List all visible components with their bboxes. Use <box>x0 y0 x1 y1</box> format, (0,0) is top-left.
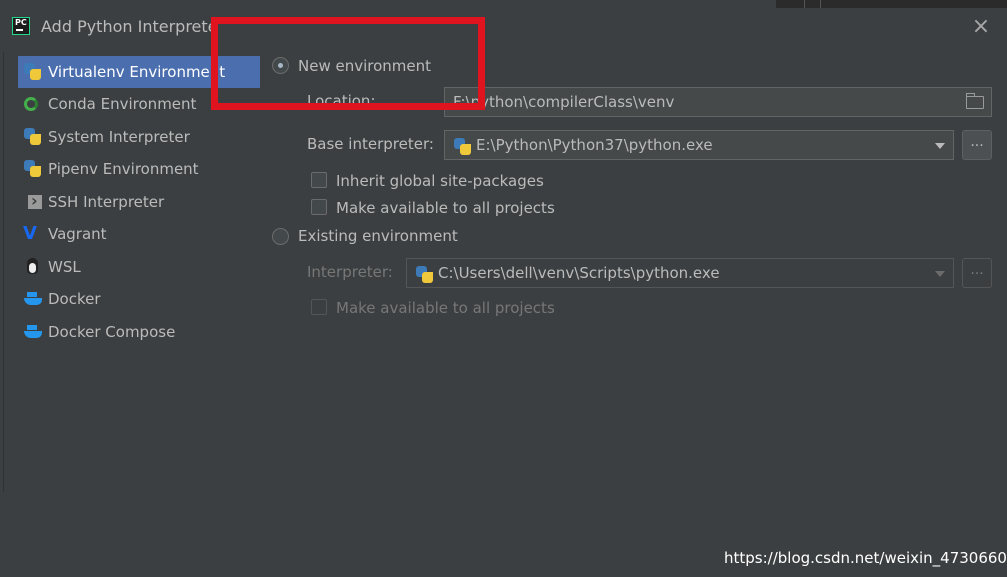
base-interpreter-value: E:\Python\Python37\python.exe <box>476 136 713 154</box>
dialog-title: Add Python Interpreter <box>41 17 213 36</box>
close-icon[interactable]: × <box>968 15 994 41</box>
inherit-site-packages-checkbox[interactable] <box>311 172 327 188</box>
python-icon <box>23 127 43 147</box>
interpreter-type-sidebar: Virtualenv Environment Conda Environment… <box>0 52 262 577</box>
sidebar-item-docker-compose[interactable]: Docker Compose <box>18 316 260 348</box>
new-environment-label: New environment <box>298 57 432 75</box>
add-python-interpreter-dialog: PC Add Python Interpreter × Virtualenv E… <box>0 0 1007 577</box>
sidebar-item-label: Conda Environment <box>48 95 197 113</box>
interpreter-label: Interpreter: <box>307 263 393 281</box>
sidebar-item-vagrant[interactable]: V Vagrant <box>18 218 260 250</box>
wsl-icon <box>23 257 43 277</box>
base-interpreter-browse-button[interactable]: ... <box>962 130 992 160</box>
pipenv-icon <box>23 159 43 179</box>
sidebar-item-label: Vagrant <box>48 225 107 243</box>
existing-environment-label: Existing environment <box>298 227 458 245</box>
base-interpreter-select[interactable]: E:\Python\Python37\python.exe <box>444 130 954 160</box>
pycharm-logo-icon: PC <box>12 17 30 35</box>
base-interpreter-label: Base interpreter: <box>307 135 434 153</box>
existing-environment-radio[interactable] <box>272 228 289 245</box>
title-bar: PC Add Python Interpreter × <box>0 0 1007 52</box>
new-environment-radio[interactable] <box>272 57 289 74</box>
interpreter-select[interactable]: C:\Users\dell\venv\Scripts\python.exe <box>406 258 954 288</box>
sidebar-item-label: Docker <box>48 290 101 308</box>
sidebar-item-label: Virtualenv Environment <box>48 63 226 81</box>
sidebar-item-pipenv[interactable]: Pipenv Environment <box>18 153 260 185</box>
watermark-text: https://blog.csdn.net/weixin_47306605 <box>724 549 1007 567</box>
sidebar-item-label: WSL <box>48 258 81 276</box>
location-label: Location: <box>307 92 376 110</box>
folder-icon[interactable] <box>966 93 984 109</box>
conda-icon <box>23 94 43 114</box>
vagrant-icon: V <box>23 223 37 244</box>
sidebar-item-label: SSH Interpreter <box>48 193 165 211</box>
sidebar-item-label: System Interpreter <box>48 128 190 146</box>
location-input[interactable]: F:\python\compilerClass\venv <box>444 87 992 117</box>
python-icon <box>453 137 471 155</box>
make-available-label: Make available to all projects <box>336 199 555 217</box>
sidebar-item-virtualenv[interactable]: Virtualenv Environment <box>18 56 260 88</box>
interpreter-value: C:\Users\dell\venv\Scripts\python.exe <box>438 264 720 282</box>
sidebar-item-ssh[interactable]: SSH Interpreter <box>18 186 260 218</box>
sidebar-item-label: Pipenv Environment <box>48 160 199 178</box>
make-available-checkbox[interactable] <box>311 199 327 215</box>
existing-make-available-label: Make available to all projects <box>336 299 555 317</box>
inherit-site-packages-label: Inherit global site-packages <box>336 172 544 190</box>
sidebar-item-label: Docker Compose <box>48 323 176 341</box>
docker-compose-icon <box>23 322 43 342</box>
interpreter-browse-button[interactable]: ... <box>962 258 992 288</box>
existing-make-available-checkbox[interactable] <box>311 299 327 315</box>
chevron-down-icon <box>935 143 945 149</box>
python-icon <box>23 62 43 82</box>
sidebar-item-docker[interactable]: Docker <box>18 283 260 315</box>
sidebar-item-system-interpreter[interactable]: System Interpreter <box>18 121 260 153</box>
python-icon <box>415 265 433 283</box>
chevron-down-icon <box>935 271 945 277</box>
sidebar-item-conda[interactable]: Conda Environment <box>18 88 260 120</box>
sidebar-item-wsl[interactable]: WSL <box>18 251 260 283</box>
ssh-icon <box>23 191 43 212</box>
docker-icon <box>23 289 43 309</box>
location-value: F:\python\compilerClass\venv <box>453 93 675 111</box>
